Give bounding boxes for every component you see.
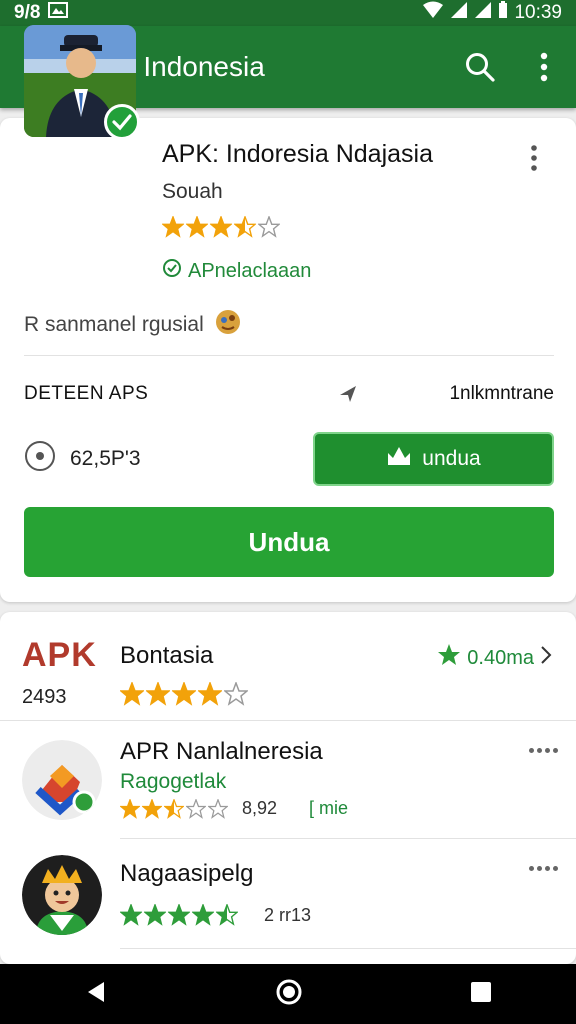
list-item-1-more-icon[interactable] bbox=[529, 748, 558, 753]
search-button[interactable] bbox=[448, 51, 512, 83]
list-header-stars bbox=[120, 682, 248, 706]
install-small-label: undua bbox=[422, 447, 481, 470]
size-row: 62,5P'3 bbox=[24, 440, 141, 478]
description-text: R sanmanel rgusial bbox=[24, 313, 204, 336]
star-icon bbox=[186, 216, 208, 238]
gallery-icon bbox=[48, 2, 69, 24]
overflow-menu-button[interactable] bbox=[512, 52, 576, 82]
list-item-2-meta: 2 rr13 bbox=[264, 904, 312, 925]
list-item-2-icon[interactable] bbox=[22, 855, 102, 935]
more-vert-icon bbox=[540, 52, 548, 82]
list-item-2-stars bbox=[120, 904, 238, 926]
emoji-icon bbox=[214, 308, 242, 342]
app-description: R sanmanel rgusial bbox=[24, 308, 242, 342]
divider bbox=[120, 838, 576, 839]
status-left-text: 9/8 bbox=[14, 2, 41, 23]
star-icon bbox=[164, 798, 184, 819]
list-item-1-title[interactable]: APR Nanlalneresia bbox=[120, 738, 323, 766]
home-circle-icon bbox=[276, 979, 302, 1004]
system-nav-bar bbox=[0, 964, 576, 1024]
status-bar: 9/8 10:39 bbox=[0, 0, 576, 26]
list-header-rating: 0.40ma bbox=[437, 643, 552, 673]
back-triangle-icon bbox=[87, 981, 104, 1002]
recents-square-icon bbox=[471, 981, 492, 1002]
verified-label: APnelaclaaan bbox=[188, 259, 312, 282]
list-item-1-subtitle: Ragogetlak bbox=[120, 770, 227, 793]
star-icon bbox=[162, 216, 184, 238]
status-time: 10:39 bbox=[514, 2, 562, 23]
install-small-button[interactable]: undua bbox=[313, 432, 554, 486]
star-icon bbox=[168, 904, 190, 926]
signal-icon-2 bbox=[474, 1, 492, 25]
list-item-1-tag: [ mie bbox=[309, 798, 349, 818]
star-icon bbox=[120, 904, 142, 926]
list-item-2-more-icon[interactable] bbox=[529, 866, 558, 871]
star-icon bbox=[258, 216, 280, 238]
list-header-title[interactable]: Bontasia bbox=[120, 642, 213, 670]
more-vert-icon bbox=[531, 145, 537, 171]
list-item-1-meta: 8,92 bbox=[242, 798, 278, 818]
battery-icon bbox=[498, 1, 508, 25]
star-icon bbox=[120, 682, 144, 706]
list-item-1-icon[interactable] bbox=[22, 740, 102, 820]
list-item-2-meta-row: 2 rr13 bbox=[120, 904, 311, 926]
status-left: 9/8 bbox=[14, 2, 69, 24]
chevron-right-icon[interactable] bbox=[540, 645, 552, 671]
verified-circle-icon bbox=[162, 258, 182, 284]
download-count: 2493 bbox=[22, 686, 67, 708]
card-menu-button[interactable] bbox=[530, 144, 538, 177]
star-icon bbox=[437, 643, 461, 673]
star-icon bbox=[192, 904, 214, 926]
nav-home-button[interactable] bbox=[275, 978, 303, 1011]
list-item-2-title[interactable]: Nagaasipelg bbox=[120, 860, 253, 888]
nav-recents-button[interactable] bbox=[470, 981, 492, 1008]
app-developer: Souah bbox=[162, 180, 223, 203]
info-value: 1nlkmntrane bbox=[449, 383, 554, 404]
verified-badge-icon bbox=[104, 104, 140, 140]
info-label: DETEEN APS bbox=[24, 383, 149, 404]
star-icon bbox=[216, 904, 238, 926]
list-item-1-meta-row: 8,92 [ mie bbox=[120, 798, 348, 819]
star-icon bbox=[234, 216, 256, 238]
app-rating-stars bbox=[162, 216, 280, 238]
star-icon bbox=[224, 682, 248, 706]
star-icon bbox=[172, 682, 196, 706]
star-icon bbox=[210, 216, 232, 238]
apk-logo: APK bbox=[22, 636, 97, 674]
install-button[interactable]: Undua bbox=[24, 507, 554, 577]
crown-icon bbox=[386, 445, 412, 473]
star-icon bbox=[186, 798, 206, 819]
share-arrow-icon[interactable] bbox=[338, 384, 358, 409]
star-icon bbox=[142, 798, 162, 819]
divider bbox=[24, 355, 554, 356]
radio-icon[interactable] bbox=[24, 440, 56, 478]
divider bbox=[0, 720, 576, 721]
star-icon bbox=[198, 682, 222, 706]
nav-back-button[interactable] bbox=[84, 980, 108, 1009]
list-header-rating-text: 0.40ma bbox=[467, 646, 534, 669]
list-item-1-stars bbox=[120, 798, 228, 819]
signal-icon bbox=[450, 1, 468, 25]
wifi-icon bbox=[422, 1, 444, 25]
app-title: APK: Indoresia Ndajasia bbox=[162, 140, 433, 168]
star-icon bbox=[120, 798, 140, 819]
divider bbox=[120, 948, 576, 949]
status-right: 10:39 bbox=[422, 1, 562, 25]
search-icon bbox=[466, 53, 495, 82]
star-icon bbox=[208, 798, 228, 819]
star-icon bbox=[144, 904, 166, 926]
verified-label-row: APnelaclaaan bbox=[162, 258, 311, 284]
app-size: 62,5P'3 bbox=[70, 447, 141, 470]
star-icon bbox=[146, 682, 170, 706]
